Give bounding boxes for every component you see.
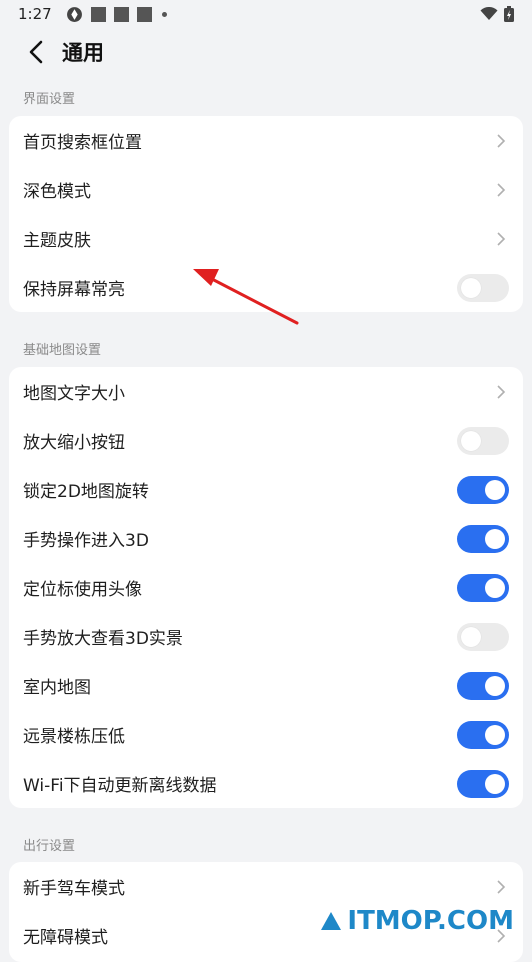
card-interface-settings: 首页搜索框位置 深色模式 主题皮肤 保持屏幕常亮 [9,116,523,312]
setting-map-text-size[interactable]: 地图文字大小 [9,367,523,416]
toggle-knob [461,430,481,451]
wifi-offline-update-toggle[interactable] [457,769,509,798]
chevron-right-icon [497,879,506,894]
watermark: ITMOP.COM [321,906,514,936]
setting-indoor-map: 室内地图 [9,661,523,710]
gesture-3d-live-view-toggle[interactable] [457,622,509,651]
page-title: 通用 [62,41,104,65]
chevron-right-icon [497,133,506,148]
card-map-settings: 地图文字大小 放大缩小按钮 锁定2D地图旋转 手势操作进入3D 定位标使用头像 … [9,367,523,808]
lower-distant-buildings-toggle[interactable] [457,720,509,749]
chevron-right-icon [497,384,506,399]
toggle-knob [461,626,481,647]
setting-label: 地图文字大小 [23,384,125,404]
setting-theme-skin[interactable]: 主题皮肤 [9,214,523,263]
back-button[interactable] [16,32,56,72]
setting-label: Wi-Fi下自动更新离线数据 [23,776,217,796]
setting-label: 定位标使用头像 [23,580,142,600]
setting-lock-2d-rotation: 锁定2D地图旋转 [9,465,523,514]
setting-search-box-position[interactable]: 首页搜索框位置 [9,116,523,165]
setting-keep-screen-on: 保持屏幕常亮 [9,263,523,312]
notification-icon [113,6,129,22]
setting-label: 深色模式 [23,182,91,202]
keep-screen-on-toggle[interactable] [457,273,509,302]
section-label-map: 基础地图设置 [23,343,102,358]
setting-label: 主题皮肤 [23,231,91,251]
indoor-map-toggle[interactable] [457,671,509,700]
setting-gesture-enter-3d: 手势操作进入3D [9,514,523,563]
status-bar: 1:27 [0,0,532,28]
setting-label: 首页搜索框位置 [23,133,142,153]
setting-label: 远景楼栋压低 [23,727,125,747]
toggle-knob [461,277,481,298]
toggle-knob [485,479,505,500]
watermark-text: ITMOP.COM [347,906,514,936]
gesture-enter-3d-toggle[interactable] [457,524,509,553]
setting-dark-mode[interactable]: 深色模式 [9,165,523,214]
toggle-knob [485,773,505,794]
setting-wifi-offline-update: Wi-Fi下自动更新离线数据 [9,759,523,808]
app-notification-icon [66,6,82,22]
setting-label: 新手驾车模式 [23,879,125,899]
back-arrow-icon [29,40,43,64]
wifi-icon [480,7,498,20]
setting-label: 室内地图 [23,678,91,698]
zoom-buttons-toggle[interactable] [457,426,509,455]
watermark-logo-icon [321,912,342,930]
toggle-knob [485,724,505,745]
setting-zoom-buttons: 放大缩小按钮 [9,416,523,465]
more-notifications-icon [161,11,167,17]
setting-label: 放大缩小按钮 [23,433,125,453]
status-time: 1:27 [18,5,52,23]
setting-label: 锁定2D地图旋转 [23,482,149,502]
setting-label: 手势操作进入3D [23,531,149,551]
setting-location-avatar: 定位标使用头像 [9,563,523,612]
chevron-right-icon [497,231,506,246]
toggle-knob [485,528,505,549]
setting-novice-driving-mode[interactable]: 新手驾车模式 [9,862,523,911]
setting-gesture-3d-live-view: 手势放大查看3D实景 [9,612,523,661]
toggle-knob [485,577,505,598]
location-avatar-toggle[interactable] [457,573,509,602]
notification-icon [90,6,106,22]
setting-label: 手势放大查看3D实景 [23,629,183,649]
notification-icon [136,6,152,22]
setting-label: 保持屏幕常亮 [23,280,125,300]
chevron-right-icon [497,182,506,197]
setting-lower-distant-buildings: 远景楼栋压低 [9,710,523,759]
header: 通用 [0,28,532,76]
section-label-interface: 界面设置 [23,92,76,107]
section-label-travel: 出行设置 [23,839,76,854]
battery-icon [504,6,514,22]
lock-2d-rotation-toggle[interactable] [457,475,509,504]
toggle-knob [485,675,505,696]
